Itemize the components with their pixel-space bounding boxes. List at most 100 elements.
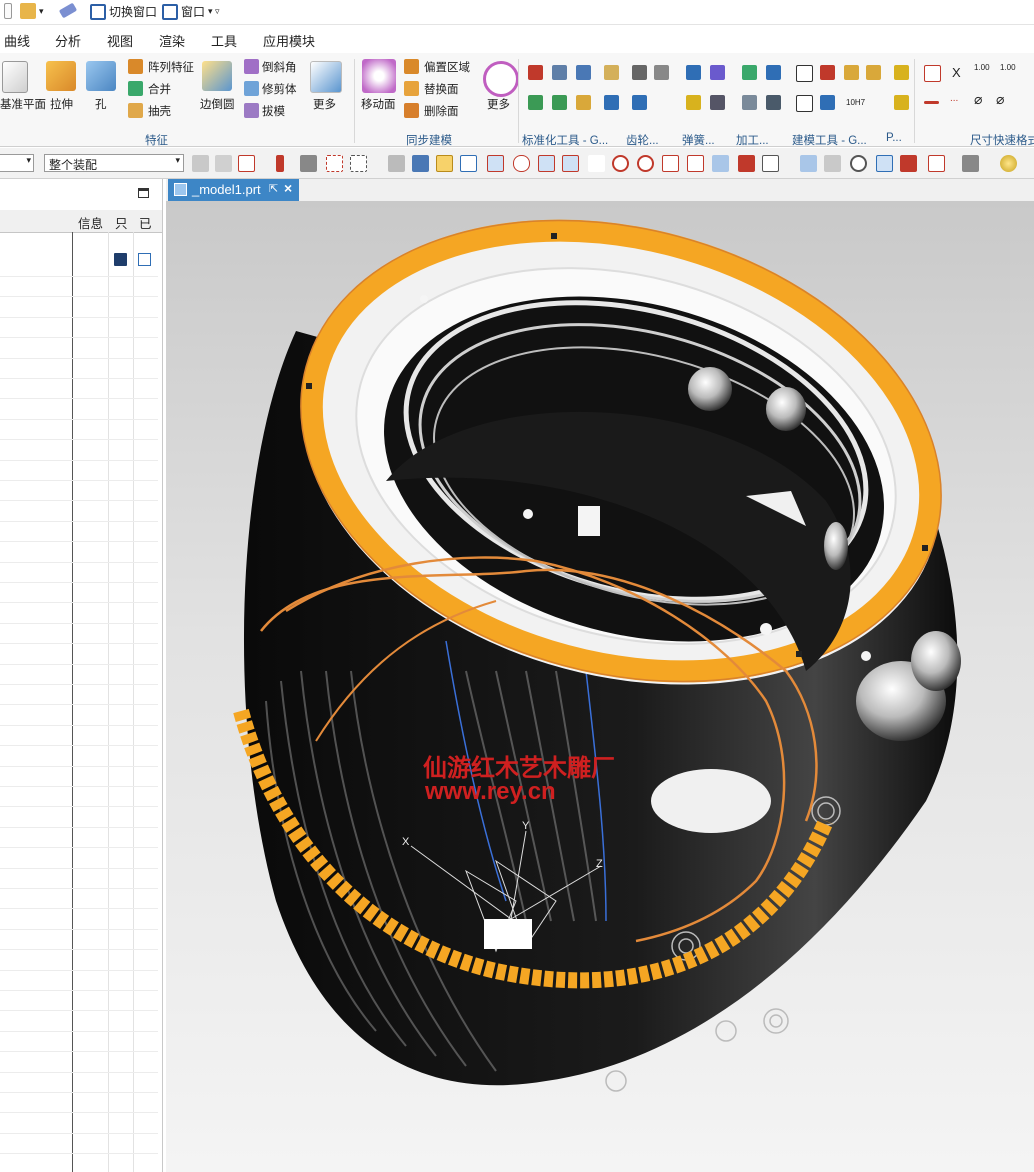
snap-icon[interactable]	[436, 155, 453, 172]
layout-icon[interactable]	[928, 155, 945, 172]
modeling-tool-icon[interactable]	[796, 95, 813, 112]
snap-icon[interactable]	[738, 155, 755, 172]
p-tool-icon[interactable]	[894, 95, 909, 110]
snap-icon[interactable]	[300, 155, 317, 172]
gear-icon[interactable]	[632, 95, 647, 110]
column-info[interactable]: 信息	[78, 213, 103, 232]
tab-view[interactable]: 视图	[107, 31, 133, 50]
point-on-curve-icon[interactable]	[687, 155, 704, 172]
dim-format-2[interactable]: 1.00	[1000, 63, 1016, 72]
modeling-tool-icon[interactable]	[820, 65, 835, 80]
snap-icon[interactable]	[562, 155, 579, 172]
dimension-icon[interactable]	[924, 101, 939, 104]
edit-icon[interactable]	[138, 253, 151, 266]
rotate-icon[interactable]	[850, 155, 867, 172]
shell-button[interactable]: 抽壳	[148, 103, 171, 119]
snap-icon[interactable]	[326, 155, 343, 172]
close-icon[interactable]: ×	[284, 180, 292, 196]
move-face-button[interactable]: 移动面	[361, 96, 396, 112]
dimension-icon[interactable]: ...	[950, 93, 958, 104]
modeling-tool-icon[interactable]	[820, 95, 835, 110]
more-features-button[interactable]: 更多	[313, 96, 336, 112]
side-opening[interactable]	[651, 769, 771, 833]
gear-icon[interactable]	[654, 65, 669, 80]
diameter-icon[interactable]: ⌀	[996, 91, 1004, 108]
p-tool-icon[interactable]	[894, 65, 909, 80]
view-icon[interactable]	[876, 155, 893, 172]
open-folder-button[interactable]: ▾	[20, 3, 44, 19]
circle-point-icon[interactable]	[637, 155, 654, 172]
pattern-feature-button[interactable]: 阵列特征	[148, 59, 194, 75]
chamfer-button[interactable]: 倒斜角	[262, 59, 297, 75]
selection-scope-combo[interactable]: 整个装配 ▾	[44, 154, 184, 172]
graphics-window[interactable]: X Y Z 仙游红木艺木雕厂 www.rey.cn	[166, 201, 1034, 1172]
snap-line-icon[interactable]	[460, 155, 477, 172]
datum-plane-button[interactable]: 基准平面	[0, 96, 46, 112]
diameter-icon[interactable]: ⌀	[974, 91, 982, 108]
trim-body-button[interactable]: 修剪体	[262, 81, 297, 97]
grid-icon[interactable]	[762, 155, 779, 172]
eraser-icon[interactable]	[58, 2, 78, 19]
tab-render[interactable]: 渲染	[159, 31, 185, 50]
center-point-icon[interactable]	[612, 155, 629, 172]
filter-icon[interactable]	[192, 155, 209, 172]
view-icon[interactable]	[824, 155, 841, 172]
unite-button[interactable]: 合并	[148, 81, 171, 97]
view-icon[interactable]	[900, 155, 917, 172]
std-tool-icon[interactable]	[552, 95, 567, 110]
std-tool-icon[interactable]	[552, 65, 567, 80]
spring-icon[interactable]	[710, 65, 725, 80]
machining-icon[interactable]	[766, 65, 781, 80]
lighting-icon[interactable]	[1000, 155, 1017, 172]
snap-icon[interactable]	[712, 155, 729, 172]
spring-icon[interactable]	[686, 65, 701, 80]
column-modified[interactable]: 已	[139, 213, 152, 232]
view-icon[interactable]	[800, 155, 817, 172]
maximize-icon[interactable]	[138, 188, 149, 198]
spring-icon[interactable]	[686, 95, 701, 110]
snap-icon[interactable]	[412, 155, 429, 172]
offset-region-button[interactable]: 偏置区域	[424, 59, 470, 75]
modeling-tool-icon[interactable]	[844, 65, 859, 80]
modeling-tool-icon[interactable]	[866, 65, 881, 80]
hole-button[interactable]: 孔	[95, 96, 107, 112]
std-tool-icon[interactable]	[604, 95, 619, 110]
std-tool-icon[interactable]	[576, 65, 591, 80]
machining-icon[interactable]	[742, 65, 757, 80]
snap-icon[interactable]	[588, 155, 605, 172]
save-icon[interactable]	[114, 253, 127, 266]
tab-application[interactable]: 应用模块	[263, 31, 315, 50]
document-tab[interactable]: _model1.prt ⇱ ×	[168, 179, 299, 201]
tab-analysis[interactable]: 分析	[55, 31, 81, 50]
edge-blend-button[interactable]: 边倒圆	[200, 96, 235, 112]
more-sync-button[interactable]: 更多	[487, 96, 510, 112]
std-tool-icon[interactable]	[528, 95, 543, 110]
tab-curve[interactable]: 曲线	[4, 31, 30, 50]
extrude-button[interactable]: 拉伸	[50, 96, 73, 112]
document-icon[interactable]	[4, 3, 12, 19]
delete-face-button[interactable]: 删除面	[424, 103, 459, 119]
box-select-icon[interactable]	[350, 155, 367, 172]
cross-point-icon[interactable]	[662, 155, 679, 172]
window-menu-button[interactable]: 窗口 ▾ ▿	[162, 3, 220, 20]
snap-curve-icon[interactable]	[513, 155, 530, 172]
filter-icon[interactable]	[215, 155, 232, 172]
side-boss[interactable]	[911, 631, 961, 691]
undock-icon[interactable]: ⇱	[269, 182, 278, 195]
model-render[interactable]: X Y Z	[166, 201, 1034, 1172]
switch-window-button[interactable]: 切换窗口	[90, 3, 157, 20]
snap-icon[interactable]	[276, 155, 284, 172]
draft-button[interactable]: 拔模	[262, 103, 285, 119]
snap-icon[interactable]	[388, 155, 405, 172]
replace-face-button[interactable]: 替换面	[424, 81, 459, 97]
close-x-icon[interactable]: X	[952, 65, 961, 80]
select-icon[interactable]	[238, 155, 255, 172]
snap-icon[interactable]	[487, 155, 504, 172]
std-tool-icon[interactable]	[576, 95, 591, 110]
dim-format-1[interactable]: 1.00	[974, 63, 990, 72]
std-tool-icon[interactable]	[604, 65, 619, 80]
snap-icon[interactable]	[538, 155, 555, 172]
type-filter-combo[interactable]: ▾	[0, 154, 34, 172]
render-style-icon[interactable]	[962, 155, 979, 172]
spring-icon[interactable]	[710, 95, 725, 110]
